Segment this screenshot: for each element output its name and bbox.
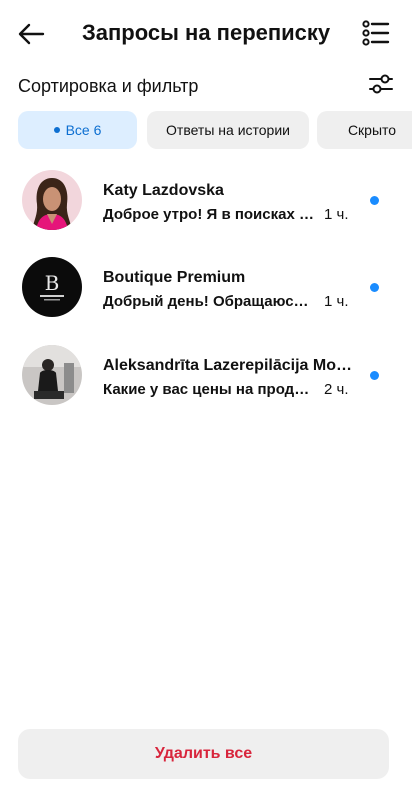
sliders-icon (369, 74, 393, 94)
thread-preview: Доброе утро! Я в поисках … (103, 206, 314, 223)
list-item[interactable]: Aleksandrīta Lazerepilācija Mot... Какие… (0, 335, 412, 415)
thread-time: 2 ч. (324, 381, 349, 398)
thread-preview: Добрый день! Обращаюсь… (103, 293, 315, 310)
page-title: Запросы на переписку (82, 20, 331, 45)
svg-text:B: B (45, 271, 60, 295)
tab-story-replies[interactable]: Ответы на истории (147, 111, 309, 149)
delete-all-button[interactable]: Удалить все (18, 729, 389, 779)
tab-all-label: Все 6 (65, 122, 102, 138)
unread-dot-icon (370, 371, 379, 380)
unread-dot-icon (370, 283, 379, 292)
tab-story-replies-label: Ответы на истории (166, 122, 290, 138)
list-icon (362, 20, 390, 46)
avatar (22, 345, 82, 405)
sort-filter-row: Сортировка и фильтр (0, 66, 412, 106)
thread-time: 1 ч. (324, 293, 349, 310)
header: Запросы на переписку (0, 0, 412, 66)
arrow-left-icon (18, 23, 45, 45)
unread-dot-icon (370, 196, 379, 205)
sort-filter-label: Сортировка и фильтр (18, 76, 199, 96)
list-item[interactable]: B Boutique Premium Добрый день! Обращаюс… (0, 247, 412, 327)
thread-name: Boutique Premium (103, 269, 246, 286)
active-dot-icon (53, 127, 60, 134)
back-button[interactable] (16, 18, 48, 50)
list-view-button[interactable] (360, 17, 392, 49)
tab-hidden-label: Скрыто (347, 122, 397, 138)
filter-tabs: Все 6 Ответы на истории Скрыто (18, 111, 412, 149)
tab-hidden[interactable]: Скрыто (317, 111, 412, 149)
thread-preview: Какие у вас цены на продв… (103, 381, 315, 398)
thread-name: Katy Lazdovska (103, 182, 224, 199)
avatar (22, 170, 82, 230)
tab-all[interactable]: Все 6 (18, 111, 137, 149)
avatar: B (22, 257, 82, 317)
thread-name: Aleksandrīta Lazerepilācija Mot... (103, 357, 353, 374)
thread-time: 1 ч. (324, 206, 349, 223)
list-item[interactable]: Katy Lazdovska Доброе утро! Я в поисках … (0, 160, 412, 240)
filter-button[interactable] (366, 69, 396, 99)
